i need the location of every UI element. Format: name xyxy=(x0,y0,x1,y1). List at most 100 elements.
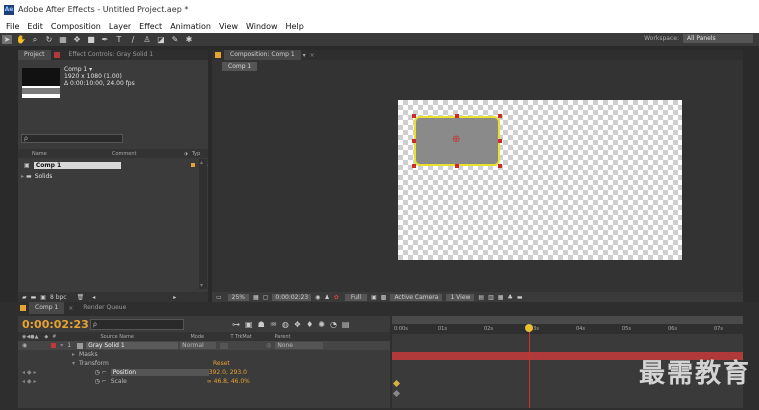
tab-project[interactable]: Project xyxy=(18,50,51,60)
keyframe-nav-icon[interactable]: ◂ ◆ ▸ xyxy=(22,369,36,376)
menu-layer[interactable]: Layer xyxy=(109,22,131,31)
trkmat-dropdown[interactable] xyxy=(220,342,229,349)
safe-margins-icon[interactable]: ▢ xyxy=(263,294,269,301)
layer-handle[interactable] xyxy=(455,114,459,118)
layer-handle[interactable] xyxy=(412,114,416,118)
tab-effect-controls[interactable]: Effect Controls: Gray Solid 1 xyxy=(63,50,160,60)
view-layout-dropdown[interactable]: 1 View xyxy=(446,293,475,301)
layer-handle[interactable] xyxy=(498,139,502,143)
keyframe-nav-icon[interactable]: ◂ ◆ ▸ xyxy=(22,378,36,385)
column-source-name[interactable]: Source Name xyxy=(100,334,190,340)
always-preview-icon[interactable]: ▭ xyxy=(216,294,222,301)
hand-tool-icon[interactable]: ✋ xyxy=(16,35,26,44)
column-parent[interactable]: Parent xyxy=(274,334,290,340)
menu-animation[interactable]: Animation xyxy=(170,22,211,31)
scale-keyframe[interactable] xyxy=(392,389,401,398)
time-ruler[interactable]: 0:00s 01s 02s 03s 04s 05s 06s 07s xyxy=(392,324,743,334)
eraser-tool-icon[interactable]: ◪ xyxy=(156,35,166,44)
auto-keyframe-icon[interactable]: ♦ xyxy=(306,320,313,329)
work-area-bar[interactable] xyxy=(392,316,743,324)
visibility-icon[interactable]: ◉ xyxy=(22,342,27,349)
column-comment[interactable]: Comment xyxy=(112,151,182,157)
exposure-icon[interactable]: ▬ xyxy=(517,294,523,301)
motion-blur-icon[interactable]: ◍ xyxy=(282,320,289,329)
stopwatch-icon[interactable]: ◷ xyxy=(94,378,99,385)
comp-breadcrumb[interactable]: Comp 1 xyxy=(222,62,258,71)
playhead-handle[interactable] xyxy=(525,324,533,332)
layer-handle[interactable] xyxy=(498,114,502,118)
camera-dropdown[interactable]: Active Camera xyxy=(390,293,443,301)
stopwatch-icon[interactable]: ◷ xyxy=(94,369,99,376)
workspace-dropdown[interactable]: All Panels xyxy=(683,34,753,43)
camera-tool-icon[interactable]: ▦ xyxy=(58,35,68,44)
parent-pickwhip-icon[interactable]: ◎ xyxy=(266,342,271,349)
current-time-indicator[interactable] xyxy=(525,324,533,408)
layer-handle[interactable] xyxy=(455,164,459,168)
layer-row[interactable]: ◉ ▾ 1 Gray Solid 1 Normal ◎ None xyxy=(18,341,390,350)
brainstorm-icon[interactable]: ❖ xyxy=(294,320,301,329)
comp-mini-flowchart-icon[interactable]: ⊶ xyxy=(232,320,240,329)
new-comp-icon[interactable]: ▣ xyxy=(40,294,46,301)
timeline-timecode[interactable]: 0:00:02:23 xyxy=(22,318,90,331)
layer-handle[interactable] xyxy=(412,164,416,168)
timer-icon[interactable]: ◔ xyxy=(330,320,337,329)
fast-preview-icon[interactable]: ▥ xyxy=(488,294,494,301)
menu-window[interactable]: Window xyxy=(246,22,278,31)
mask-tool-icon[interactable]: ■ xyxy=(86,35,96,44)
pan-behind-tool-icon[interactable]: ✥ xyxy=(72,35,82,44)
timeline-search-input[interactable]: ρ xyxy=(90,318,184,330)
tab-composition[interactable]: Composition: Comp 1 xyxy=(224,50,301,60)
project-item-comp1[interactable]: ▣ Comp 1 ♣ xyxy=(18,160,208,170)
shy-layers-icon[interactable]: ☗ xyxy=(258,320,265,329)
scale-value[interactable]: ∞ 46.8, 46.0% xyxy=(207,378,250,385)
interpret-footage-icon[interactable]: ▰ xyxy=(22,294,27,301)
collapse-arrow-icon[interactable]: ▾ xyxy=(72,360,75,367)
scroll-down-icon[interactable]: ▾ xyxy=(200,282,203,289)
menu-effect[interactable]: Effect xyxy=(139,22,162,31)
gray-solid-layer[interactable]: ⊕ xyxy=(414,116,500,166)
resolution-dropdown[interactable]: Full xyxy=(344,293,368,301)
rotate-tool-icon[interactable]: ↻ xyxy=(44,35,54,44)
column-type[interactable]: Typ xyxy=(192,151,200,157)
parent-dropdown[interactable]: None xyxy=(275,342,324,349)
menu-edit[interactable]: Edit xyxy=(27,22,43,31)
show-channel-icon[interactable]: ♟ xyxy=(324,294,329,301)
current-time-display[interactable]: 0:00:02:23 xyxy=(272,293,312,301)
clone-tool-icon[interactable]: ♙ xyxy=(142,35,152,44)
graph-editor-icon[interactable]: ✺ xyxy=(318,320,325,329)
expand-arrow-icon[interactable]: ▸ xyxy=(72,351,75,358)
project-scrollbar[interactable]: ▴ ▾ xyxy=(199,159,207,289)
position-value[interactable]: 392.0, 293.0 xyxy=(209,369,247,376)
scale-row[interactable]: ◂ ◆ ▸ ◷ ⌐ Scale ∞ 46.8, 46.0% xyxy=(18,377,390,386)
expand-arrow-icon[interactable]: ▸ xyxy=(21,173,24,180)
project-search-input[interactable]: ρ xyxy=(21,134,123,143)
layer-mode-dropdown[interactable]: Normal xyxy=(180,342,217,349)
transparency-grid-icon[interactable]: ▩ xyxy=(381,294,387,301)
roto-brush-tool-icon[interactable]: ✎ xyxy=(170,35,180,44)
column-name[interactable]: Name xyxy=(32,151,112,157)
puppet-tool-icon[interactable]: ✱ xyxy=(184,35,194,44)
close-tab-icon[interactable]: × xyxy=(310,52,315,59)
grid-icon[interactable]: ▦ xyxy=(253,294,259,301)
scroll-left-icon[interactable]: ◂ xyxy=(92,294,95,301)
layer-label-color[interactable] xyxy=(51,343,57,348)
comp-canvas[interactable]: ⊕ xyxy=(398,100,682,260)
brush-tool-icon[interactable]: ∕ xyxy=(128,35,138,44)
new-folder-icon[interactable]: ▬ xyxy=(31,294,37,301)
position-row[interactable]: ◂ ◆ ▸ ◷ ⌐ Position 392.0, 293.0 xyxy=(18,368,390,377)
scroll-up-icon[interactable]: ▴ xyxy=(200,159,203,166)
menu-file[interactable]: File xyxy=(6,22,19,31)
transform-row[interactable]: ▾ Transform Reset xyxy=(18,359,390,368)
tab-comp1-timeline[interactable]: Comp 1 xyxy=(29,302,65,314)
comp-tab-menu-icon[interactable]: ▾ xyxy=(303,52,306,59)
menu-help[interactable]: Help xyxy=(286,22,304,31)
frame-blending-icon[interactable]: ♒ xyxy=(270,320,277,329)
color-channel-icon[interactable]: ✿ xyxy=(334,294,339,301)
scroll-right-icon[interactable]: ▸ xyxy=(173,294,176,301)
region-of-interest-icon[interactable]: ▣ xyxy=(371,294,377,301)
column-mode[interactable]: Mode xyxy=(190,334,230,340)
type-tool-icon[interactable]: T xyxy=(114,35,124,44)
column-trkmat[interactable]: T TrkMat xyxy=(230,334,274,340)
flowchart-icon[interactable]: ♣ xyxy=(507,294,512,301)
draft-3d-icon[interactable]: ▣ xyxy=(245,320,253,329)
